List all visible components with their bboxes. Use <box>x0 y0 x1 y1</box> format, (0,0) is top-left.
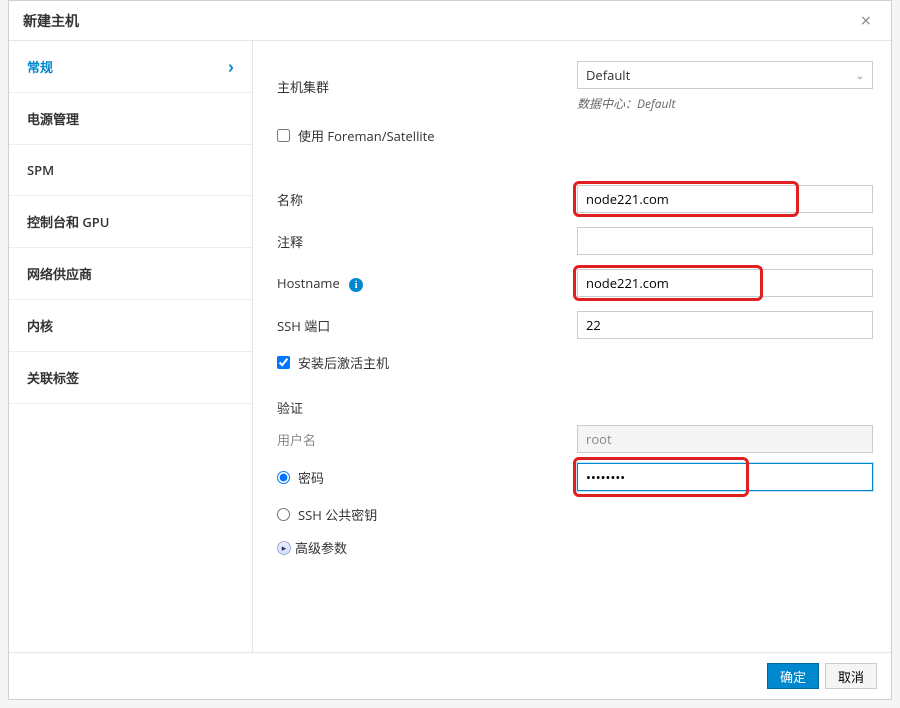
sidebar-item-affinity-labels[interactable]: 关联标签 <box>9 352 252 404</box>
label-activate: 安装后激活主机 <box>298 353 389 372</box>
caret-down-icon: ⌄ <box>856 68 864 82</box>
checkbox-activate[interactable] <box>277 356 290 369</box>
row-name: 名称 <box>277 185 873 213</box>
cancel-button[interactable]: 取消 <box>825 663 877 689</box>
row-ssh-port: SSH 端口 <box>277 311 873 339</box>
select-value: Default <box>586 66 630 84</box>
chevron-right-icon: › <box>228 58 234 76</box>
sidebar-item-spm[interactable]: SPM <box>9 145 252 196</box>
input-password[interactable] <box>577 463 873 491</box>
row-host-cluster: 主机集群 Default ⌄ 数据中心：Default <box>277 61 873 112</box>
dialog-footer: 确定 取消 <box>9 652 891 699</box>
sidebar-item-label: SPM <box>27 161 54 179</box>
row-ssh-key: SSH 公共密钥 <box>277 505 873 524</box>
sidebar-item-label: 关联标签 <box>27 368 79 387</box>
input-name[interactable] <box>577 185 873 213</box>
sidebar-item-power[interactable]: 电源管理 <box>9 93 252 145</box>
dialog-title: 新建主机 <box>23 11 79 31</box>
sidebar-item-kernel[interactable]: 内核 <box>9 300 252 352</box>
form-content: 主机集群 Default ⌄ 数据中心：Default 使用 Foreman/S… <box>253 41 891 652</box>
input-hostname[interactable] <box>577 269 873 297</box>
section-auth: 验证 <box>277 398 873 417</box>
radio-ssh-key[interactable] <box>277 508 290 521</box>
ok-button[interactable]: 确定 <box>767 663 819 689</box>
row-username: 用户名 <box>277 425 873 453</box>
label-hostname-text: Hostname <box>277 274 340 292</box>
input-username <box>577 425 873 453</box>
sidebar-item-console-gpu[interactable]: 控制台和 GPU <box>9 196 252 248</box>
sidebar-item-general[interactable]: 常规 › <box>9 41 252 93</box>
label-ssh-port: SSH 端口 <box>277 316 577 335</box>
label-password-radio: 密码 <box>298 468 324 487</box>
expand-icon: ▸ <box>277 541 291 555</box>
row-use-foreman: 使用 Foreman/Satellite <box>277 126 873 145</box>
label-host-cluster: 主机集群 <box>277 77 577 96</box>
sidebar-item-label: 常规 <box>27 57 53 76</box>
label-username: 用户名 <box>277 430 577 449</box>
row-hostname: Hostname i <box>277 269 873 297</box>
input-comment[interactable] <box>577 227 873 255</box>
label-use-foreman: 使用 Foreman/Satellite <box>298 126 435 145</box>
dialog-header: 新建主机 × <box>9 1 891 41</box>
row-advanced[interactable]: ▸ 高级参数 <box>277 538 873 557</box>
label-advanced: 高级参数 <box>295 538 347 557</box>
info-icon[interactable]: i <box>349 278 363 292</box>
sidebar-item-label: 控制台和 GPU <box>27 212 109 231</box>
sidebar-item-label: 网络供应商 <box>27 264 92 283</box>
dialog-body: 常规 › 电源管理 SPM 控制台和 GPU 网络供应商 内核 关联标签 <box>9 41 891 652</box>
close-icon[interactable]: × <box>855 10 877 32</box>
label-ssh-key-radio: SSH 公共密钥 <box>298 505 377 524</box>
label-hostname: Hostname i <box>277 274 577 293</box>
label-comment: 注释 <box>277 232 577 251</box>
input-ssh-port[interactable] <box>577 311 873 339</box>
row-activate: 安装后激活主机 <box>277 353 873 372</box>
label-name: 名称 <box>277 190 577 209</box>
radio-password[interactable] <box>277 471 290 484</box>
sidebar-item-network-provider[interactable]: 网络供应商 <box>9 248 252 300</box>
sidebar-item-label: 内核 <box>27 316 53 335</box>
row-comment: 注释 <box>277 227 873 255</box>
hint-datacenter: 数据中心：Default <box>577 95 873 112</box>
new-host-dialog: 新建主机 × 常规 › 电源管理 SPM 控制台和 GPU 网络供应商 内核 <box>8 0 892 700</box>
checkbox-use-foreman[interactable] <box>277 129 290 142</box>
sidebar-item-label: 电源管理 <box>27 109 79 128</box>
select-host-cluster[interactable]: Default ⌄ <box>577 61 873 89</box>
row-password: 密码 <box>277 463 873 491</box>
sidebar-nav: 常规 › 电源管理 SPM 控制台和 GPU 网络供应商 内核 关联标签 <box>9 41 253 652</box>
